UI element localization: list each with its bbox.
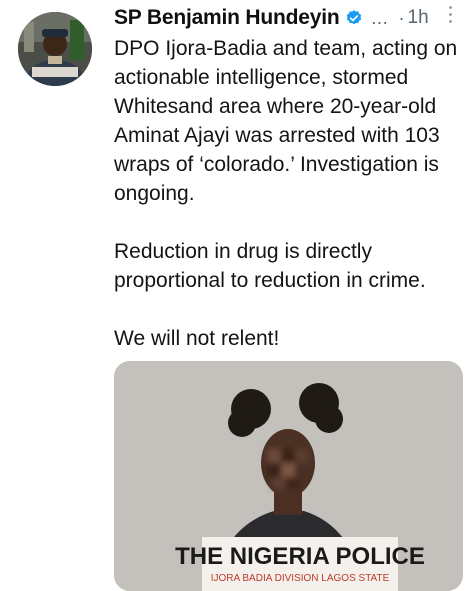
tweet-timestamp[interactable]: 1h <box>408 7 429 29</box>
author-avatar[interactable] <box>18 12 92 86</box>
tweet-paragraph-3: We will not relent! <box>114 324 470 353</box>
name-overflow: … <box>370 7 389 28</box>
text-line: proportional to reduction in crime. <box>114 269 426 292</box>
tweet-paragraph-2: Reduction in drug is directly proportion… <box>114 237 470 295</box>
tweet-paragraph-1: DPO Ijora-Badia and team, acting on acti… <box>114 34 470 208</box>
author-photo <box>18 12 92 86</box>
text-line: Aminat Ajayi was arrested with 103 <box>114 124 440 147</box>
text-line: ongoing. <box>114 182 195 205</box>
text-line: actionable intelligence, stormed <box>114 66 409 89</box>
vertical-dots-icon[interactable] <box>448 6 454 28</box>
text-line: Reduction in drug is directly <box>114 240 372 263</box>
tweet-header: SP Benjamin Hundeyin … · 1h <box>114 4 474 32</box>
sign-title: THE NIGERIA POLICE <box>175 543 425 570</box>
suspect-photo: THE NIGERIA POLICE IJORA BADIA DIVISION … <box>114 361 463 591</box>
text-line: wraps of ‘colorado.’ Investigation is <box>114 153 439 176</box>
sign-subtitle: IJORA BADIA DIVISION LAGOS STATE <box>211 573 390 584</box>
text-line: DPO Ijora-Badia and team, acting on <box>114 37 458 60</box>
tweet-media-image[interactable]: THE NIGERIA POLICE IJORA BADIA DIVISION … <box>114 361 463 591</box>
verified-badge-icon <box>345 9 363 27</box>
text-line: We will not relent! <box>114 327 280 350</box>
tweet-text: DPO Ijora-Badia and team, acting on acti… <box>114 34 470 353</box>
text-line: Whitesand area where 20-year-old <box>114 95 437 118</box>
time-separator: · <box>398 7 405 28</box>
author-name[interactable]: SP Benjamin Hundeyin <box>114 6 340 30</box>
